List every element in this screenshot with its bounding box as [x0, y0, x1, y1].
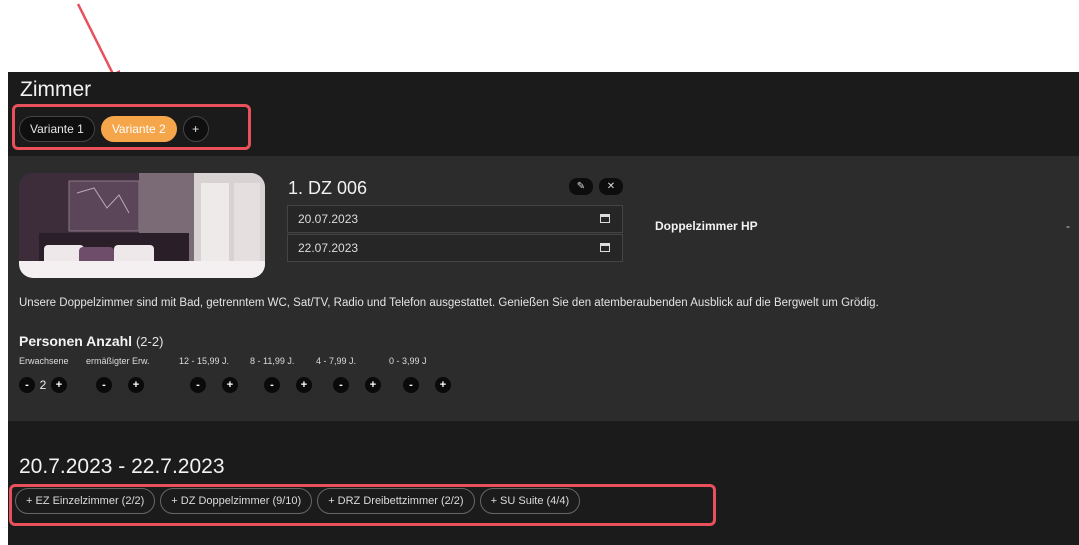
annotation-area [0, 0, 1079, 88]
calendar-icon[interactable] [600, 214, 610, 223]
close-icon[interactable]: ✕ [599, 178, 623, 195]
departure-date-value: 22.07.2023 [298, 241, 359, 255]
age-label-12-15: 12 - 15,99 J. [179, 356, 230, 366]
variant-tabs-highlight [12, 104, 251, 150]
date-range-heading: 20.7.2023 - 22.7.2023 [19, 455, 225, 478]
stepper-erwachsene: - 2 + [19, 377, 67, 393]
minus-button[interactable]: - [264, 377, 280, 393]
age-label-4-7: 4 - 7,99 J. [316, 356, 357, 366]
room-photo [19, 173, 265, 278]
plus-button[interactable]: + [435, 377, 451, 393]
stepper-8-11: - + [264, 377, 312, 393]
availability-panel: 20.7.2023 - 22.7.2023 + EZ Einzelzimmer … [8, 421, 1079, 545]
room-type-label: Doppelzimmer HP [655, 219, 758, 233]
plus-button[interactable]: + [128, 377, 144, 393]
calendar-icon[interactable] [600, 243, 610, 252]
room-price: - [1066, 219, 1070, 233]
persons-range: (2-2) [135, 334, 164, 349]
age-label-ermaessigt: ermäßigter Erw. [86, 356, 150, 366]
arrival-date-value: 20.07.2023 [298, 212, 359, 226]
minus-button[interactable]: - [96, 377, 112, 393]
plus-button[interactable]: + [51, 377, 67, 393]
age-label-0-3: 0 - 3,99 J [389, 356, 427, 366]
minus-button[interactable]: - [190, 377, 206, 393]
age-label-erwachsene: Erwachsene [19, 356, 69, 366]
page-title: Zimmer [20, 78, 92, 101]
age-label-8-11: 8 - 11,99 J. [250, 356, 295, 366]
arrival-date-field[interactable]: 20.07.2023 [287, 205, 623, 233]
minus-button[interactable]: - [333, 377, 349, 393]
count-value: 2 [39, 378, 47, 392]
minus-button[interactable]: - [19, 377, 35, 393]
room-photo-image [19, 173, 265, 278]
edit-icon[interactable]: ✎ [569, 178, 593, 195]
room-description: Unsere Doppelzimmer sind mit Bad, getren… [19, 297, 879, 309]
persons-title: Personen Anzahl (2-2) [19, 333, 163, 349]
stepper-0-3: - + [403, 377, 451, 393]
room-name: 1. DZ 006 [288, 178, 368, 198]
departure-date-field[interactable]: 22.07.2023 [287, 234, 623, 262]
stepper-12-15: - + [190, 377, 238, 393]
room-panel: 1. DZ 006 ✎ ✕ 20.07.2023 22.07.2023 Dopp… [8, 156, 1079, 421]
persons-title-label: Personen Anzahl [19, 333, 133, 349]
minus-button[interactable]: - [403, 377, 419, 393]
room-chips-highlight [9, 484, 716, 526]
stepper-ermaessigt: - + [96, 377, 144, 393]
plus-button[interactable]: + [365, 377, 381, 393]
stepper-4-7: - + [333, 377, 381, 393]
plus-button[interactable]: + [222, 377, 238, 393]
plus-button[interactable]: + [296, 377, 312, 393]
